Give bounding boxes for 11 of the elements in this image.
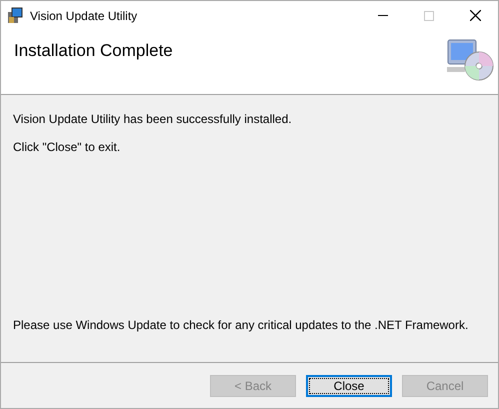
maximize-icon [424,10,434,20]
close-icon [470,10,480,21]
page-title: Installation Complete [14,40,173,62]
window-title: Vision Update Utility [30,8,138,24]
minimize-icon [378,15,388,16]
message-text: Vision Update Utility has been successfully installed. [13,111,293,128]
installer-icon [6,6,24,24]
framework-notice: Please use Windows Update to check for any critical updates to the .NET Framework. [13,317,470,334]
dialog-button[interactable]: Close [306,375,392,397]
message-text: Click "Close" to exit. [13,139,122,156]
computer-disc-icon [447,39,494,81]
